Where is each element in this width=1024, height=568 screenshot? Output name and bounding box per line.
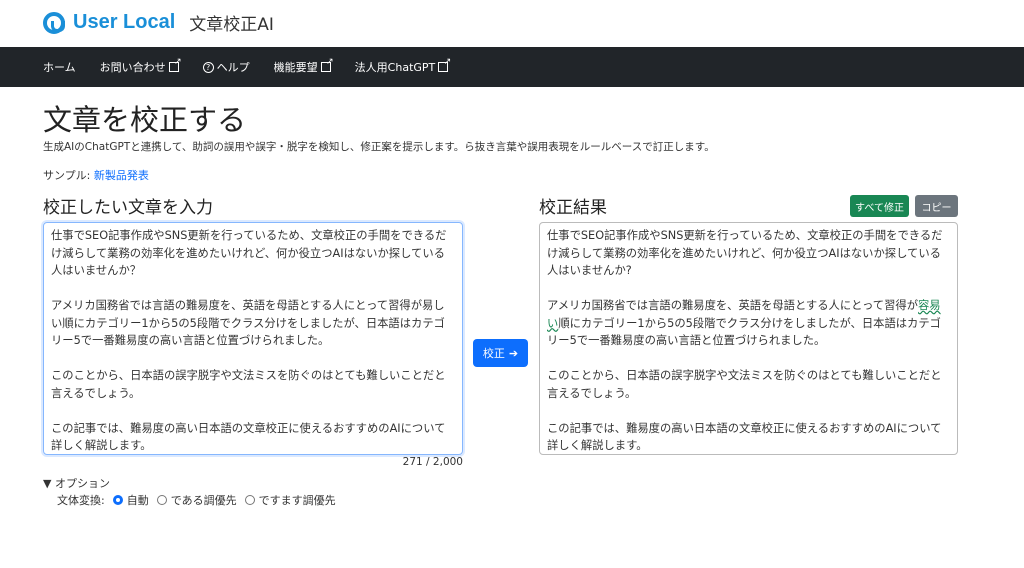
input-paragraph: この記事では、難易度の高い日本語の文章校正に使えるおすすめのAIについて詳しく解… [51, 421, 446, 453]
logo-text: User Local [73, 11, 176, 33]
proofread-button[interactable]: 校正 ➔ [473, 339, 528, 367]
nav-label: お問い合わせ [99, 61, 166, 74]
result-text: アメリカ国務省では言語の難易度を、英語を母語とする人にとって習得が [547, 299, 918, 312]
input-paragraph: 仕事でSEO記事作成やSNS更新を行っているため、文章校正の手間をできるだけ減ら… [51, 229, 447, 277]
nav-home[interactable]: ホーム [43, 59, 76, 75]
radio-auto[interactable] [112, 495, 123, 505]
result-paragraph: 仕事でSEO記事作成やSNS更新を行っているため、文章校正の手間をできるだけ減ら… [547, 229, 943, 277]
external-link-icon [438, 57, 451, 72]
arrow-right-icon: ➔ [508, 347, 519, 360]
logo-icon [43, 11, 65, 34]
result-paragraph: この記事では、難易度の高い日本語の文章校正に使えるおすすめのAIについて詳しく解… [547, 421, 942, 453]
top-header: User Local 文章校正AI [0, 0, 1024, 47]
nav-help[interactable]: ? ヘルプ [202, 59, 250, 75]
question-circle-icon: ? [202, 61, 214, 73]
options-toggle[interactable]: ▼ オプション [43, 475, 110, 491]
nav-label: 機能要望 [273, 61, 318, 74]
sample-row: サンプル: 新製品発表 [43, 167, 149, 183]
radio-dearu[interactable] [156, 495, 167, 505]
char-counter: 271 / 2,000 [402, 456, 463, 468]
proofread-label: 校正 [482, 348, 505, 360]
nav-label: ホーム [43, 61, 76, 74]
radio-label: 自動 [126, 494, 149, 507]
nav-label: ヘルプ [216, 61, 250, 74]
result-heading: 校正結果 [539, 198, 607, 218]
external-link-icon [320, 57, 334, 72]
fix-all-button[interactable]: すべて修正 [850, 195, 909, 217]
page-title: 文章を校正する [43, 103, 247, 137]
copy-button[interactable]: コピー [915, 195, 958, 217]
style-conversion-row: 文体変換: 自動 である調優先 ですます調優先 [57, 492, 336, 508]
radio-desumasu[interactable] [244, 495, 255, 505]
radio-label: である調優先 [170, 494, 237, 507]
input-textarea[interactable]: 仕事でSEO記事作成やSNS更新を行っているため、文章校正の手間をできるだけ減ら… [43, 222, 463, 455]
result-text: 順にカテゴリー1から5の5段階でクラス分けをしましたが、日本語はカテゴリー5で一… [547, 316, 941, 348]
nav-label: 法人用ChatGPT [354, 61, 436, 74]
app-name: 文章校正AI [189, 15, 274, 35]
input-heading: 校正したい文章を入力 [43, 198, 213, 218]
page-description: 生成AIのChatGPTと連携して、助詞の誤用や誤字・脱字を検知し、修正案を提示… [43, 141, 715, 153]
nav-contact[interactable]: お問い合わせ [99, 57, 182, 75]
result-paragraph: アメリカ国務省では言語の難易度を、英語を母語とする人にとって習得が容易い順にカテ… [547, 297, 950, 350]
style-label: 文体変換: [57, 494, 105, 507]
nav-bar: ホーム お問い合わせ ?ヘルプ 機能要望 法人用ChatGPT [0, 47, 1024, 87]
external-link-icon [168, 57, 182, 72]
logo[interactable]: User Local 文章校正AI [43, 10, 274, 35]
sample-label: サンプル: [43, 169, 91, 182]
radio-label: ですます調優先 [258, 494, 336, 507]
result-paragraph: このことから、日本語の誤字脱字や文法ミスを防ぐのはとても難しいことだと言えるでし… [547, 369, 942, 400]
nav-business-chatgpt[interactable]: 法人用ChatGPT [354, 57, 452, 75]
sample-link[interactable]: 新製品発表 [94, 169, 149, 182]
nav-feature-request[interactable]: 機能要望 [273, 57, 334, 75]
input-paragraph: アメリカ国務省では言語の難易度を、英語を母語とする人にとって習得が易しい順にカテ… [51, 299, 445, 347]
result-box: 仕事でSEO記事作成やSNS更新を行っているため、文章校正の手間をできるだけ減ら… [539, 222, 958, 455]
input-paragraph: このことから、日本語の誤字脱字や文法ミスを防ぐのはとても難しいことだと言えるでし… [51, 369, 446, 400]
